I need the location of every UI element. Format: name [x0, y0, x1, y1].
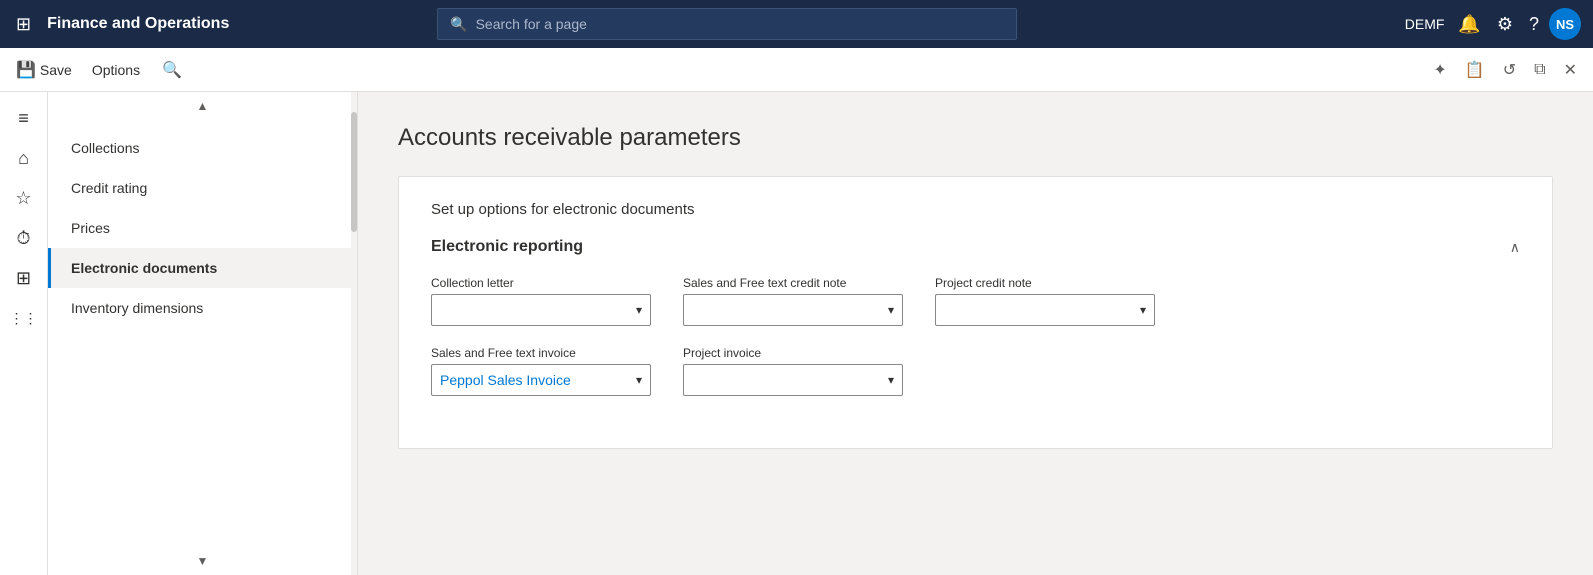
save-button[interactable]: 💾 Save	[8, 54, 80, 86]
collection-letter-label: Collection letter	[431, 276, 651, 290]
right-toolbar: ✦ 📋 ↺ ⧉ ✕	[1425, 54, 1585, 86]
refresh-button[interactable]: ↺	[1495, 54, 1524, 86]
sales-invoice-arrow-icon: ▾	[636, 373, 642, 387]
top-nav: ⊞ Finance and Operations 🔍 DEMF 🔔 ⚙ ? NS	[0, 0, 1593, 48]
form-row-2: Sales and Free text invoice Peppol Sales…	[431, 346, 1520, 396]
nav-item-electronic-documents[interactable]: Electronic documents	[48, 248, 357, 288]
section-title: Electronic reporting	[431, 238, 583, 256]
project-credit-note-arrow-icon: ▾	[1140, 303, 1146, 317]
section-container: Set up options for electronic documents …	[398, 176, 1553, 449]
nav-items-list: Collections Credit rating Prices Electro…	[48, 120, 357, 547]
project-invoice-dropdown[interactable]: ▾	[683, 364, 903, 396]
user-avatar[interactable]: NS	[1549, 8, 1581, 40]
nav-item-prices[interactable]: Prices	[48, 208, 357, 248]
sidebar-favorites[interactable]: ☆	[6, 180, 42, 216]
save-label: Save	[40, 62, 72, 78]
options-button[interactable]: Options	[84, 56, 148, 84]
content-area: Accounts receivable parameters Set up op…	[358, 92, 1593, 575]
nav-scroll-up[interactable]: ▲	[48, 92, 357, 120]
nav-scroll-down[interactable]: ▼	[48, 547, 357, 575]
sidebar-hamburger[interactable]: ≡	[6, 100, 42, 136]
main-layout: ≡ ⌂ ☆ ⏱ ⊞ ⋮⋮ ▲ Collections Credit rating…	[0, 92, 1593, 575]
sales-invoice-dropdown[interactable]: Peppol Sales Invoice ▾	[431, 364, 651, 396]
sales-credit-note-arrow-icon: ▾	[888, 303, 894, 317]
notifications-button[interactable]: 🔔	[1452, 8, 1486, 41]
app-title: Finance and Operations	[47, 15, 229, 33]
view-button[interactable]: 📋	[1457, 54, 1493, 86]
open-in-new-button[interactable]: ⧉	[1526, 55, 1553, 85]
sales-invoice-field: Sales and Free text invoice Peppol Sales…	[431, 346, 651, 396]
environment-label: DEMF	[1405, 16, 1445, 32]
project-credit-note-field: Project credit note ▾	[935, 276, 1155, 326]
options-label: Options	[92, 62, 140, 78]
project-credit-note-dropdown[interactable]: ▾	[935, 294, 1155, 326]
sidebar-home[interactable]: ⌂	[6, 140, 42, 176]
help-button[interactable]: ?	[1523, 8, 1545, 41]
global-search-bar[interactable]: 🔍	[437, 8, 1017, 40]
apps-grid-icon[interactable]: ⊞	[12, 10, 35, 39]
form-row-1: Collection letter ▾ Sales and Free text …	[431, 276, 1520, 326]
settings-button[interactable]: ⚙	[1491, 8, 1519, 41]
personalize-button[interactable]: ✦	[1425, 54, 1454, 86]
section-collapse-icon[interactable]: ∧	[1510, 239, 1520, 256]
nav-item-credit-rating[interactable]: Credit rating	[48, 168, 357, 208]
sidebar-workspaces[interactable]: ⊞	[6, 260, 42, 296]
sales-credit-note-field: Sales and Free text credit note ▾	[683, 276, 903, 326]
search-command-icon[interactable]: 🔍	[156, 54, 188, 86]
save-icon: 💾	[16, 60, 36, 80]
close-button[interactable]: ✕	[1556, 54, 1585, 86]
sidebar-modules[interactable]: ⋮⋮	[6, 300, 42, 336]
sales-invoice-label: Sales and Free text invoice	[431, 346, 651, 360]
search-icon: 🔍	[450, 16, 467, 33]
command-bar: 💾 Save Options 🔍 ✦ 📋 ↺ ⧉ ✕	[0, 48, 1593, 92]
sales-credit-note-dropdown[interactable]: ▾	[683, 294, 903, 326]
page-title: Accounts receivable parameters	[398, 124, 1553, 152]
section-description: Set up options for electronic documents	[431, 201, 1520, 218]
sales-invoice-value: Peppol Sales Invoice	[440, 372, 571, 388]
collection-letter-field: Collection letter ▾	[431, 276, 651, 326]
sidebar-recent[interactable]: ⏱	[6, 220, 42, 256]
nav-scrollbar-track	[351, 92, 357, 575]
nav-item-inventory-dimensions[interactable]: Inventory dimensions	[48, 288, 357, 328]
sidebar-icons: ≡ ⌂ ☆ ⏱ ⊞ ⋮⋮	[0, 92, 48, 575]
nav-scrollbar-thumb[interactable]	[351, 112, 357, 232]
nav-item-collections[interactable]: Collections	[48, 128, 357, 168]
collection-letter-arrow-icon: ▾	[636, 303, 642, 317]
nav-sidebar: ▲ Collections Credit rating Prices Elect…	[48, 92, 358, 575]
project-invoice-field: Project invoice ▾	[683, 346, 903, 396]
nav-right: DEMF 🔔 ⚙ ? NS	[1405, 8, 1581, 41]
project-credit-note-label: Project credit note	[935, 276, 1155, 290]
project-invoice-label: Project invoice	[683, 346, 903, 360]
section-header: Electronic reporting ∧	[431, 238, 1520, 256]
collection-letter-dropdown[interactable]: ▾	[431, 294, 651, 326]
sales-credit-note-label: Sales and Free text credit note	[683, 276, 903, 290]
search-input[interactable]	[476, 16, 1005, 32]
project-invoice-arrow-icon: ▾	[888, 373, 894, 387]
